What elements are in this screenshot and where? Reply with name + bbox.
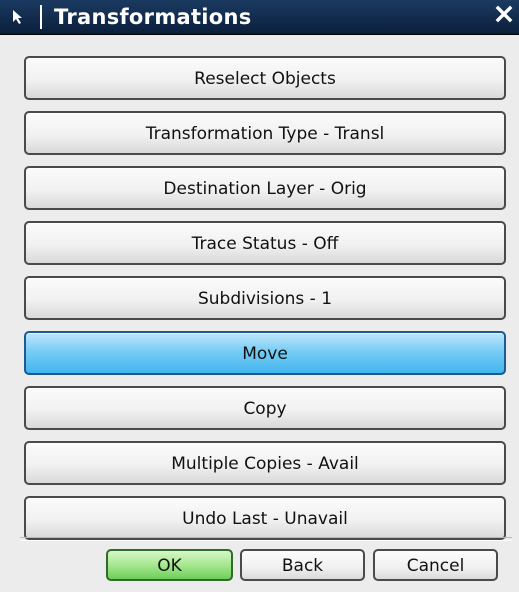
action-button-list: Reselect Objects Transformation Type - T… bbox=[24, 56, 507, 551]
close-icon bbox=[495, 5, 513, 27]
undo-last-button[interactable]: Undo Last - Unavail bbox=[24, 496, 506, 540]
subdivisions-button[interactable]: Subdivisions - 1 bbox=[24, 276, 506, 320]
transformation-type-button[interactable]: Transformation Type - Transl bbox=[24, 111, 506, 155]
destination-layer-button[interactable]: Destination Layer - Orig bbox=[24, 166, 506, 210]
title-separator bbox=[40, 5, 42, 29]
copy-button[interactable]: Copy bbox=[24, 386, 506, 430]
move-button[interactable]: Move bbox=[24, 331, 506, 375]
arrow-pointer-icon bbox=[10, 8, 30, 26]
title-bar[interactable]: Transformations bbox=[0, 0, 519, 35]
ok-button[interactable]: OK bbox=[106, 549, 233, 581]
footer-divider bbox=[20, 537, 512, 541]
transformations-dialog: Transformations Reselect Objects Transfo… bbox=[0, 0, 519, 592]
reselect-objects-button[interactable]: Reselect Objects bbox=[24, 56, 506, 100]
dialog-title: Transformations bbox=[54, 5, 252, 29]
back-button[interactable]: Back bbox=[240, 549, 365, 581]
multiple-copies-button[interactable]: Multiple Copies - Avail bbox=[24, 441, 506, 485]
cancel-button[interactable]: Cancel bbox=[373, 549, 498, 581]
close-button[interactable] bbox=[493, 5, 515, 27]
trace-status-button[interactable]: Trace Status - Off bbox=[24, 221, 506, 265]
